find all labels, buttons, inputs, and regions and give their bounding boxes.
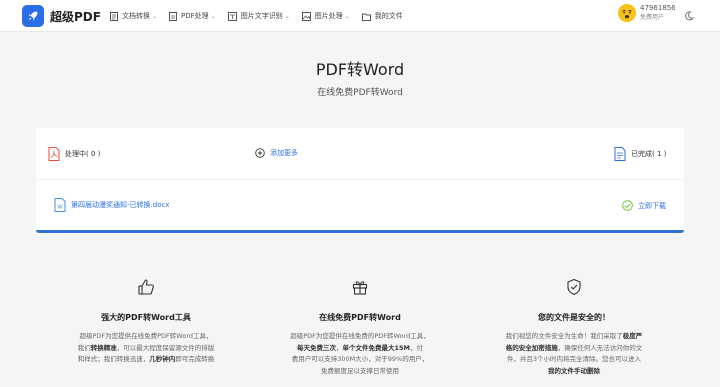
nav-label: PDF处理: [181, 12, 209, 20]
nav-document-convert[interactable]: 文档转换 ⌄: [110, 11, 157, 21]
feature-desc-line: 我的文件手动删除: [474, 366, 674, 378]
nav-label: 图片处理: [314, 12, 343, 20]
feature-desc-highlight: 极度严: [622, 332, 643, 340]
feature-desc-line: 每天免费三次，单个文件免费最大15M，付: [260, 343, 460, 355]
feature-desc-highlight: 转换精准: [90, 343, 117, 352]
feature-desc-text: ，可以最大程度保留源文件的排版: [116, 343, 215, 352]
page-subtitle: 在线免费PDF转Word: [317, 88, 403, 98]
nav-image-process[interactable]: 图片处理 ⌄: [301, 11, 350, 21]
logo-text: 超级PDF: [50, 9, 101, 24]
processing-label: 处理中( 0 ): [65, 150, 101, 158]
feature-free-online: 在线免费PDF转Word 超级PDF为您提供在线免费的PDF转Word工具， 每天…: [260, 278, 460, 377]
dark-mode-toggle[interactable]: [681, 8, 697, 24]
feature-desc-text: ，付: [410, 343, 423, 352]
feature-desc: 超级PDF为您提供在线免费PDF转Word工具， 我们转换精准，可以最大程度保留源…: [46, 331, 246, 366]
feature-desc-line: 超级PDF为您提供在线免费PDF转Word工具，: [46, 331, 246, 343]
pdf-file-icon: [48, 147, 60, 161]
rocket-logo-icon: [22, 5, 44, 27]
feature-title: 强大的PDF转Word工具: [101, 313, 191, 322]
feature-desc: 我们视您的文件安全为生命！我们采取了极度严 格的安全加密措施，确保任何人无法访问你…: [474, 331, 674, 377]
user-id: 47961856: [640, 4, 676, 12]
chevron-down-icon: ⌄: [344, 12, 350, 20]
feature-desc-text: 我们: [77, 343, 91, 352]
logo[interactable]: 超级PDF: [22, 5, 101, 27]
feature-desc-line: 费用户可以支持300M大小，对于99%的用户，: [260, 354, 460, 366]
file-name: 第四届动漫奖通知-已转换.docx: [71, 201, 170, 209]
image-process-icon: [301, 11, 311, 21]
user-info: 47961856 免费用户: [640, 4, 676, 22]
feature-desc-highlight: 单个文件免费最大15M: [342, 343, 410, 352]
user-menu[interactable]: 47961856 免费用户: [618, 4, 676, 22]
feature-desc-text: 超级PDF为您提供在线免费PDF转Word工具，: [79, 332, 213, 340]
feature-desc-line: 我们转换精准，可以最大程度保留源文件的排版: [46, 343, 246, 355]
feature-desc-text: 和样式；我们转换迅速，: [77, 355, 150, 363]
add-more-button[interactable]: 添加更多: [255, 148, 298, 158]
svg-text:W: W: [57, 205, 63, 211]
feature-title: 在线免费PDF转Word: [319, 313, 401, 322]
main-nav: 文档转换 ⌄ PDF处理 ⌄ 图片文字识别 ⌄ 图片处理 ⌄ 我的文件: [110, 0, 415, 32]
nav-pdf-process[interactable]: PDF处理 ⌄: [169, 11, 216, 21]
feature-security: 您的文件是安全的！ 我们视您的文件安全为生命！我们采取了极度严 格的安全加密措施，…: [474, 278, 674, 377]
feature-desc: 超级PDF为您提供在线免费的PDF转Word工具， 每天免费三次，单个文件免费最大…: [260, 331, 460, 377]
nav-ocr[interactable]: 图片文字识别 ⌄: [227, 11, 290, 21]
feature-desc-line: 件，并且3个小时内将完全清除。您也可以进入: [474, 354, 674, 366]
feature-desc-highlight: 几秒钟内: [149, 355, 176, 363]
page-title: PDF转Word: [315, 60, 405, 79]
thumbs-up-icon: [46, 278, 246, 300]
check-circle-icon: [622, 200, 633, 211]
avatar: [618, 4, 636, 22]
feature-desc-text: 超级PDF为您提供在线免费的PDF转Word工具，: [290, 332, 430, 340]
feature-desc-line: 超级PDF为您提供在线免费的PDF转Word工具，: [260, 331, 460, 343]
file-row: W 第四届动漫奖通知-已转换.docx 立即下载: [36, 180, 684, 230]
gift-icon: [260, 278, 460, 300]
chevron-down-icon: ⌄: [284, 12, 290, 20]
feature-desc-highlight: 我的文件手动删除: [548, 366, 600, 375]
conversion-card: 处理中( 0 ) 添加更多 已完成( 1 ) W 第四届动漫奖通知-已转换.do…: [36, 128, 684, 234]
feature-desc-line: 我们视您的文件安全为生命！我们采取了极度严: [474, 331, 674, 343]
feature-desc-highlight: 每天免费三次: [296, 343, 336, 352]
plus-circle-icon: [255, 148, 265, 158]
user-type: 免费用户: [640, 14, 665, 21]
download-label: 立即下载: [638, 201, 666, 210]
converted-file[interactable]: W 第四届动漫奖通知-已转换.docx: [54, 198, 169, 212]
nav-label: 文档转换: [122, 12, 150, 20]
progress-bar: [36, 230, 684, 233]
feature-desc-text: 件，并且3个小时内将完全清除。您也可以进入: [506, 355, 642, 363]
moon-icon: [685, 11, 694, 21]
nav-label: 我的文件: [374, 12, 403, 20]
completed-status[interactable]: 已完成( 1 ): [614, 147, 666, 161]
shield-check-icon: [474, 278, 674, 300]
feature-desc-text: 免费额度足以支撑日常使用: [321, 366, 399, 375]
feature-powerful-tool: 强大的PDF转Word工具 超级PDF为您提供在线免费PDF转Word工具， 我们…: [46, 278, 246, 366]
feature-title: 您的文件是安全的！: [538, 313, 610, 322]
processing-status[interactable]: 处理中( 0 ): [48, 147, 100, 161]
feature-desc-line: 格的安全加密措施，确保任何人无法访问你的文: [474, 343, 674, 355]
ocr-icon: [227, 11, 237, 21]
feature-desc-text: ，确保任何人无法访问你的文: [557, 343, 643, 352]
chevron-down-icon: ⌄: [152, 12, 158, 20]
nav-my-files[interactable]: 我的文件: [361, 11, 403, 21]
top-header: 超级PDF 文档转换 ⌄ PDF处理 ⌄ 图片文字识别 ⌄ 图片处理 ⌄ 我的文…: [0, 0, 720, 32]
feature-desc-line: 免费额度足以支撑日常使用: [260, 366, 460, 378]
feature-desc-text: 即可完成转换: [175, 355, 215, 363]
progress-fill: [36, 230, 684, 233]
document-complete-icon: [614, 147, 626, 161]
feature-desc-text: 费用户可以支持300M大小，对于99%的用户，: [291, 355, 429, 363]
document-convert-icon: [110, 11, 118, 21]
feature-desc-text: 我们视您的文件安全为生命！我们采取了: [505, 332, 623, 340]
add-more-label: 添加更多: [270, 149, 298, 157]
pdf-process-icon: [169, 11, 178, 21]
word-file-icon: W: [54, 198, 66, 212]
feature-desc-highlight: 格的安全加密措施: [505, 343, 558, 352]
feature-desc-line: 和样式；我们转换迅速，几秒钟内即可完成转换: [46, 354, 246, 366]
nav-label: 图片文字识别: [240, 12, 283, 20]
download-button[interactable]: 立即下载: [622, 200, 666, 211]
chevron-down-icon: ⌄: [210, 12, 216, 20]
conversion-status-bar: 处理中( 0 ) 添加更多 已完成( 1 ): [36, 128, 684, 180]
completed-label: 已完成( 1 ): [631, 150, 667, 158]
my-files-icon: [361, 13, 371, 21]
